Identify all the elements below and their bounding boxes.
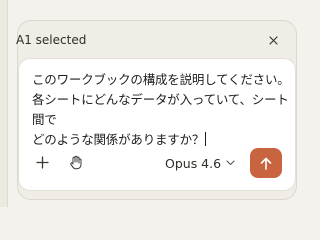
arrow-up-icon bbox=[260, 157, 272, 170]
text-caret bbox=[205, 132, 207, 146]
model-label: Opus 4.6 bbox=[165, 155, 222, 171]
message-input[interactable]: このワークブックの構成を説明してください。 各シートにどんなデータが入っていて、… bbox=[32, 70, 290, 150]
message-text: このワークブックの構成を説明してください。 各シートにどんなデータが入っていて、… bbox=[32, 72, 290, 147]
hand-tool-button[interactable] bbox=[67, 153, 85, 171]
chevron-down-icon bbox=[226, 160, 235, 166]
add-attachment-button[interactable] bbox=[33, 153, 51, 171]
close-icon bbox=[268, 35, 278, 45]
hand-icon bbox=[70, 155, 82, 169]
send-button[interactable] bbox=[250, 148, 282, 178]
selection-label: A1 selected bbox=[16, 33, 87, 47]
left-panel-edge bbox=[0, 0, 8, 207]
model-selector[interactable]: Opus 4.6 bbox=[165, 154, 235, 172]
clear-selection-button[interactable] bbox=[265, 32, 281, 48]
plus-icon bbox=[35, 155, 49, 169]
selection-header: A1 selected bbox=[16, 30, 281, 50]
